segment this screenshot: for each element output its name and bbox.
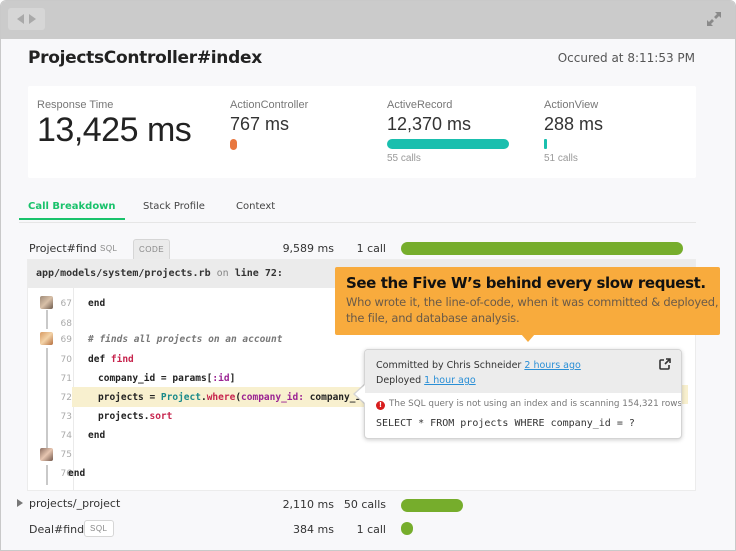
metric-bar bbox=[544, 139, 547, 149]
line-number: 71 bbox=[60, 374, 72, 384]
tab-bar: Call Breakdown Stack Profile Context bbox=[19, 201, 696, 223]
metric-calls: 55 calls bbox=[387, 153, 421, 164]
expand-row-icon[interactable] bbox=[17, 499, 23, 507]
row-calls: 1 call bbox=[356, 242, 386, 255]
row-name: Project#find bbox=[29, 242, 97, 255]
popover-pointer-fill bbox=[355, 385, 365, 403]
callout-headline: See the Five W’s behind every slow reque… bbox=[346, 274, 706, 292]
metric-active-record: ActiveRecord 12,370 ms 55 calls bbox=[387, 99, 509, 164]
forward-arrow-icon[interactable] bbox=[29, 14, 36, 24]
file-path: app/models/system/projects.rb bbox=[36, 268, 211, 279]
nav-buttons bbox=[8, 8, 45, 30]
feature-callout: See the Five W’s behind every slow reque… bbox=[335, 267, 720, 335]
metric-label: ActionController bbox=[230, 99, 309, 111]
line-number-label: line 72: bbox=[234, 268, 283, 279]
commit-info: Committed by Chris Schneider 2 hours ago… bbox=[365, 350, 681, 393]
commit-popover: Committed by Chris Schneider 2 hours ago… bbox=[364, 349, 682, 439]
code-text: end bbox=[88, 298, 106, 309]
sql-warning: ! The SQL query is not using an index and… bbox=[376, 399, 682, 410]
breakdown-row[interactable]: Deal#find bbox=[29, 523, 84, 541]
tab-context[interactable]: Context bbox=[236, 201, 275, 218]
committed-by: Committed by Chris Schneider bbox=[376, 360, 522, 371]
line-number: 74 bbox=[60, 431, 72, 441]
line-number: 70 bbox=[60, 355, 72, 365]
tab-stack-profile[interactable]: Stack Profile bbox=[143, 201, 205, 218]
metric-label: ActiveRecord bbox=[387, 99, 453, 111]
metrics-panel: Response Time 13,425 ms ActionController… bbox=[28, 86, 696, 178]
deployed-label: Deployed bbox=[376, 375, 422, 386]
metric-calls: 51 calls bbox=[544, 153, 578, 164]
occurred-timestamp: Occured at 8:11:53 PM bbox=[557, 51, 695, 65]
line-number: 69 bbox=[60, 335, 72, 345]
sql-tag[interactable]: SQL bbox=[84, 520, 114, 537]
page-title: ProjectsController#index bbox=[28, 48, 262, 68]
duration-bar bbox=[401, 522, 413, 535]
row-calls: 50 calls bbox=[343, 498, 386, 511]
metric-value: 13,425 ms bbox=[37, 111, 192, 149]
metric-value: 12,370 ms bbox=[387, 114, 472, 134]
code-line: 76 end bbox=[28, 464, 695, 484]
metric-label: ActionView bbox=[544, 99, 599, 111]
title-bar bbox=[1, 1, 735, 39]
share-icon[interactable] bbox=[659, 358, 671, 370]
metric-bar bbox=[230, 139, 237, 150]
code-text: projects.sort bbox=[98, 411, 173, 422]
on-label: on bbox=[216, 268, 229, 279]
row-duration: 384 ms bbox=[293, 523, 334, 536]
metric-label: Response Time bbox=[37, 99, 114, 111]
sql-query: SELECT * FROM projects WHERE company_id … bbox=[376, 418, 635, 429]
deploy-time-link[interactable]: 1 hour ago bbox=[424, 375, 476, 386]
code-tag[interactable]: CODE bbox=[133, 239, 171, 259]
metric-value: 288 ms bbox=[544, 114, 604, 134]
warning-icon: ! bbox=[376, 401, 385, 410]
callout-subtext: Who wrote it, the line-of-code, when it … bbox=[346, 295, 719, 325]
line-number: 73 bbox=[60, 412, 72, 422]
row-duration: 2,110 ms bbox=[282, 498, 334, 511]
expand-icon[interactable] bbox=[705, 10, 723, 28]
row-name: projects/_project bbox=[29, 497, 121, 510]
code-text: def find bbox=[88, 354, 134, 365]
line-number: 75 bbox=[60, 450, 72, 460]
metric-response-time: Response Time 13,425 ms bbox=[37, 99, 192, 150]
back-arrow-icon[interactable] bbox=[17, 14, 24, 24]
code-line-highlight-extension bbox=[682, 385, 688, 404]
callout-pointer bbox=[521, 334, 535, 342]
line-number: 68 bbox=[60, 319, 72, 329]
row-name: Deal#find bbox=[29, 523, 85, 536]
duration-bar bbox=[401, 242, 683, 255]
code-comment: # finds all projects on an account bbox=[88, 334, 283, 345]
line-number: 67 bbox=[60, 299, 72, 309]
code-text: end bbox=[68, 468, 86, 479]
code-line: 75 bbox=[28, 445, 695, 465]
code-text: company_id = params[:id] bbox=[98, 373, 236, 384]
row-calls: 1 call bbox=[356, 523, 386, 536]
metric-action-view: ActionView 288 ms 51 calls bbox=[544, 99, 603, 164]
breakdown-row[interactable]: projects/_project bbox=[29, 497, 120, 515]
app-window: ProjectsController#index Occured at 8:11… bbox=[0, 0, 736, 551]
row-duration: 9,589 ms bbox=[282, 242, 334, 255]
warning-text: The SQL query is not using an index and … bbox=[389, 399, 682, 409]
code-text: projects = Project.where(company_id: com… bbox=[98, 392, 373, 403]
line-number: 72 bbox=[60, 393, 72, 403]
duration-bar bbox=[401, 499, 463, 512]
commit-time-link[interactable]: 2 hours ago bbox=[524, 360, 580, 371]
sql-tag[interactable]: SQL bbox=[95, 241, 123, 256]
code-text: end bbox=[88, 430, 106, 441]
metric-value: 767 ms bbox=[230, 114, 290, 134]
breakdown-row[interactable]: Project#find bbox=[29, 242, 97, 260]
metric-action-controller: ActionController 767 ms bbox=[230, 99, 308, 150]
metric-bar bbox=[387, 139, 509, 149]
tab-call-breakdown[interactable]: Call Breakdown bbox=[19, 201, 125, 220]
